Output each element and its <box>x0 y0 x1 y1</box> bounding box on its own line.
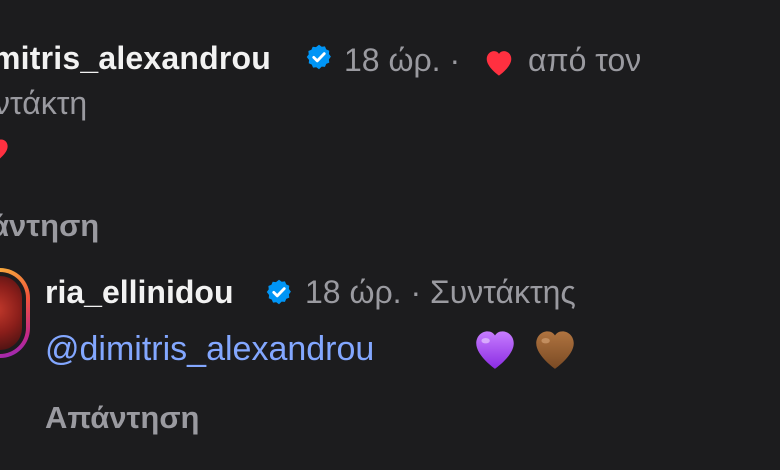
mention-link[interactable]: @dimitris_alexandrou <box>45 330 374 369</box>
parent-timestamp: 18 ώρ. · <box>344 42 461 78</box>
red-heart-emoji-icon <box>0 139 8 159</box>
reply-timestamp: 18 ώρ. · Συντάκτης <box>305 274 576 310</box>
reply-button[interactable]: Απάντηση <box>45 400 199 436</box>
verified-badge-icon <box>266 279 291 305</box>
parent-reply-button[interactable]: άντηση <box>0 208 99 244</box>
liked-by-author-text: από τον <box>528 42 642 78</box>
avatar[interactable] <box>0 268 30 358</box>
verified-badge-icon <box>306 44 331 70</box>
reply-username[interactable]: ria_ellinidou <box>45 274 233 311</box>
brown-heart-icon <box>536 331 574 369</box>
heart-icon <box>486 51 512 76</box>
purple-heart-icon <box>476 331 514 369</box>
liked-by-author-text-line2: ντάκτη <box>0 85 88 121</box>
parent-username[interactable]: mitris_alexandrou <box>0 40 271 77</box>
